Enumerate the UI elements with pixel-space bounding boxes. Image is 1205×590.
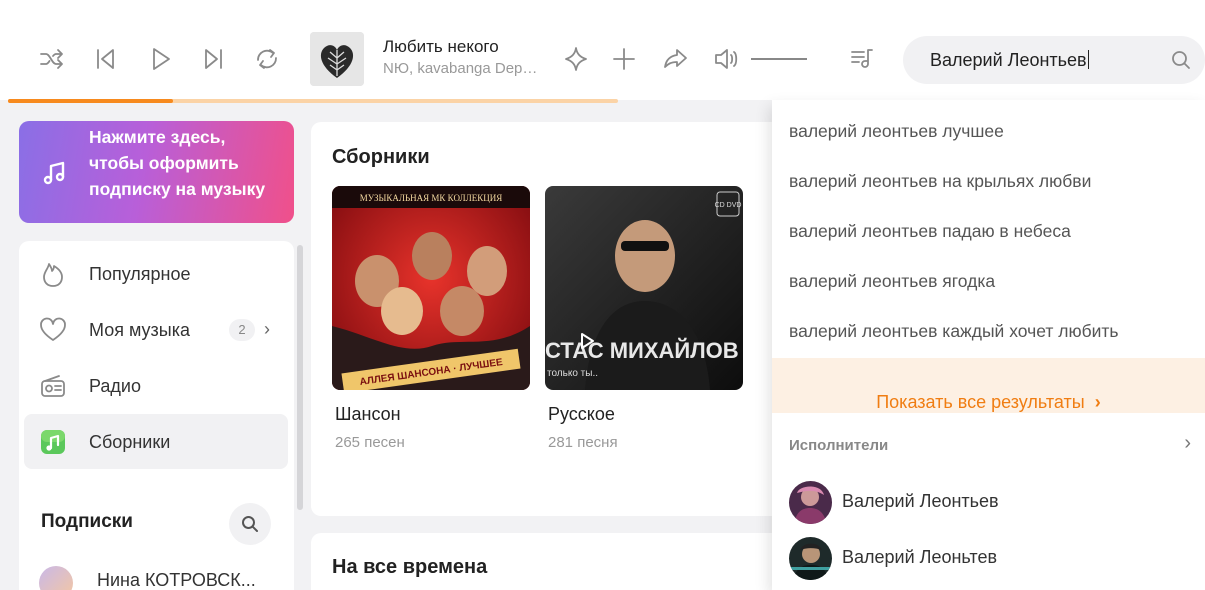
share-button[interactable]: [656, 40, 694, 78]
suggestion-item[interactable]: валерий леонтьев на крыльях любви: [772, 154, 1205, 204]
play-button[interactable]: [141, 40, 179, 78]
cover-text: CD DVD: [715, 202, 742, 209]
track-progress-bar[interactable]: [8, 99, 618, 103]
previous-button[interactable]: [86, 40, 124, 78]
sidebar-item-collections[interactable]: Сборники: [24, 414, 288, 469]
chevron-right-icon[interactable]: ›: [264, 319, 270, 340]
collection-card-russian[interactable]: CD DVD СТАС МИХАЙЛОВ только ты.. Русское…: [545, 186, 743, 451]
fire-icon: [38, 259, 68, 289]
plus-icon: [613, 48, 635, 70]
artists-section-title: Исполнители: [789, 437, 889, 454]
track-progress-fill: [8, 99, 173, 103]
count-badge: 2: [229, 319, 255, 341]
suggestion-item[interactable]: валерий леонтьев лучшее: [772, 104, 1205, 154]
player-bar: Любить некого NЮ, kavabanga Depo kolibri…: [0, 0, 1205, 100]
sidebar-item-label: Популярное: [89, 264, 191, 284]
avatar: [789, 481, 832, 524]
search-icon: [242, 516, 258, 532]
collection-cover: CD DVD СТАС МИХАЙЛОВ только ты..: [545, 186, 743, 390]
next-icon: [205, 49, 222, 69]
sidebar-nav: Популярное Моя музыка 2 › Радио Сборники…: [19, 241, 294, 590]
chevron-right-icon: ›: [1094, 392, 1101, 412]
collection-card-chanson[interactable]: МУЗЫКАЛЬНАЯ МК КОЛЛЕКЦИЯ АЛЛЕЯ ШАНСОНА ·…: [332, 186, 530, 451]
track-title[interactable]: Любить некого: [383, 37, 499, 57]
avatar: [39, 566, 73, 590]
sidebar-item-label: Радио: [89, 376, 141, 396]
previous-icon: [97, 49, 114, 69]
track-artist[interactable]: NЮ, kavabanga Depo kolibri: [383, 60, 543, 77]
track-cover[interactable]: [310, 32, 364, 86]
show-all-label: Показать все результаты: [876, 392, 1085, 412]
collection-count: 265 песен: [335, 434, 405, 451]
search-suggestions-dropdown: валерий леонтьев лучшее валерий леонтьев…: [772, 100, 1205, 590]
favorite-star-button[interactable]: [557, 40, 595, 78]
artist-name: Валерий Леоньтев: [842, 547, 998, 567]
collection-cover: МУЗЫКАЛЬНАЯ МК КОЛЛЕКЦИЯ АЛЛЕЯ ШАНСОНА ·…: [332, 186, 530, 390]
subscription-name: Нина КОТРОВСК...: [97, 570, 256, 590]
cover-text: СТАС МИХАЙЛОВ: [545, 338, 739, 363]
collection-name: Русское: [548, 404, 615, 424]
promo-text: Нажмите здесь, чтобы оформить подписку н…: [89, 127, 266, 199]
cover-text: МУЗЫКАЛЬНАЯ МК КОЛЛЕКЦИЯ: [360, 193, 502, 203]
subscriptions-title: Подписки: [41, 511, 133, 532]
sparkle-icon: [565, 47, 587, 71]
sidebar-scrollbar[interactable]: [297, 245, 303, 510]
artist-item[interactable]: Валерий Леоньтев: [772, 533, 1205, 583]
repeat-button[interactable]: [248, 40, 286, 78]
chevron-right-icon[interactable]: ›: [1184, 432, 1191, 455]
sidebar-item-my-music[interactable]: Моя музыка 2 ›: [24, 302, 288, 357]
artist-item[interactable]: Валерий Леонтьев: [772, 477, 1205, 527]
track-cover-art: [310, 32, 364, 86]
subscriptions-search-button[interactable]: [229, 503, 271, 545]
shuffle-icon: [40, 49, 63, 69]
repeat-icon: [257, 49, 277, 69]
collection-count: 281 песня: [548, 434, 618, 451]
volume-slider[interactable]: [751, 58, 807, 60]
share-icon: [664, 49, 687, 68]
volume-button[interactable]: [707, 40, 745, 78]
playlist-icon: [851, 49, 873, 68]
avatar: [789, 537, 832, 580]
subscription-promo-banner[interactable]: Нажмите здесь, чтобы оформить подписку н…: [19, 121, 294, 223]
play-icon: [153, 48, 170, 70]
artist-name: Валерий Леонтьев: [842, 491, 999, 511]
subscription-item[interactable]: Нина КОТРОВСК...: [39, 559, 289, 590]
add-button[interactable]: [605, 40, 643, 78]
collections-panel: Сборники МУЗЫКАЛЬНАЯ МК КОЛЛЕКЦИЯ АЛЛЕЯ …: [311, 122, 791, 516]
show-all-results-button[interactable]: Показать все результаты ›: [772, 358, 1205, 413]
text-caret: [1087, 50, 1089, 69]
search-box[interactable]: Валерий Леонтьев: [903, 36, 1205, 84]
next-button[interactable]: [195, 40, 233, 78]
collections-icon: [38, 427, 68, 457]
cover-text: только ты..: [547, 368, 598, 379]
radio-icon: [38, 371, 68, 401]
collection-name: Шансон: [335, 404, 401, 424]
speaker-icon: [715, 49, 738, 69]
sidebar-item-label: Моя музыка: [89, 320, 191, 340]
music-note-icon: [41, 158, 71, 188]
suggestion-item[interactable]: валерий леонтьев каждый хочет любить: [772, 304, 1205, 354]
collections-title: Сборники: [332, 146, 430, 168]
suggestion-item[interactable]: валерий леонтьев ягодка: [772, 254, 1205, 304]
sidebar-item-radio[interactable]: Радио: [24, 358, 288, 413]
heart-icon: [38, 315, 68, 345]
search-input[interactable]: Валерий Леонтьев: [930, 50, 1089, 71]
all-time-panel: На все времена: [311, 533, 791, 590]
shuffle-button[interactable]: [33, 40, 71, 78]
sidebar-item-popular[interactable]: Популярное: [24, 246, 288, 301]
search-icon[interactable]: [1169, 48, 1193, 72]
queue-button[interactable]: [843, 40, 881, 78]
suggestion-item[interactable]: валерий леонтьев падаю в небеса: [772, 204, 1205, 254]
sidebar-item-label: Сборники: [89, 432, 171, 452]
all-time-title: На все времена: [332, 556, 488, 578]
